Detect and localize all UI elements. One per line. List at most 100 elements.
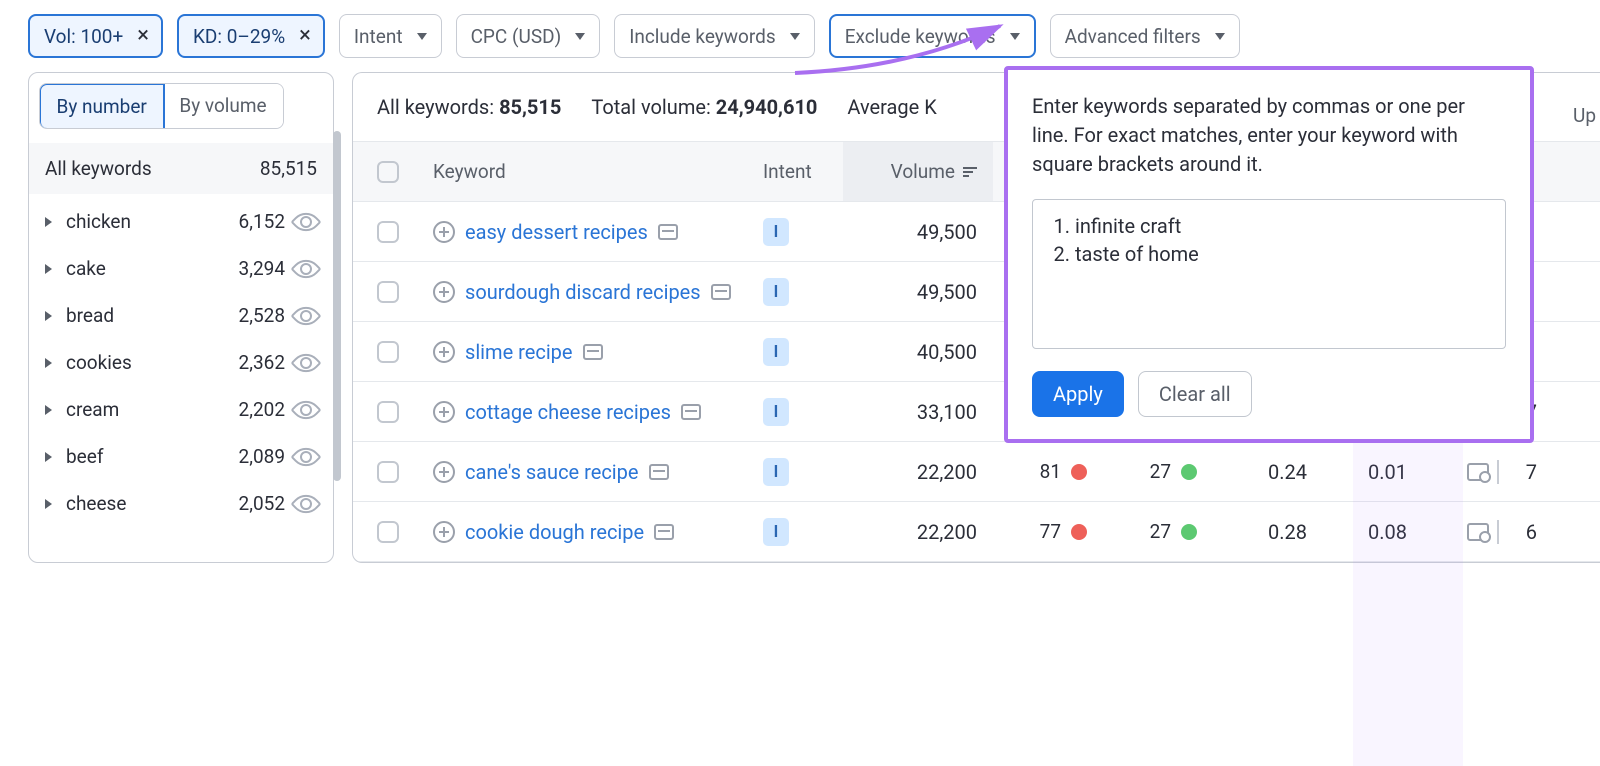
sidebar-item-count: 3,294	[239, 257, 285, 280]
row-checkbox[interactable]	[377, 281, 399, 303]
updated-stub: Up	[1569, 104, 1600, 127]
row-checkbox[interactable]	[377, 221, 399, 243]
chevron-right-icon	[45, 358, 52, 368]
filter-include-label: Include keywords	[629, 25, 776, 48]
filter-volume[interactable]: Vol: 100+ ×	[28, 14, 163, 58]
sidebar-item-label: chicken	[66, 210, 239, 233]
row-checkbox[interactable]	[377, 461, 399, 483]
volume-cell: 22,200	[843, 520, 993, 544]
serp-icon[interactable]	[649, 464, 669, 480]
close-icon[interactable]: ×	[293, 25, 317, 47]
sidebar-tabs: By number By volume	[39, 83, 284, 129]
filter-advanced[interactable]: Advanced filters	[1050, 14, 1240, 58]
col-volume[interactable]: Volume	[843, 142, 993, 201]
sidebar-item[interactable]: cream2,202	[29, 386, 333, 433]
close-icon[interactable]: ×	[131, 25, 155, 47]
filter-intent-label: Intent	[354, 25, 403, 48]
filter-cpc-label: CPC (USD)	[471, 25, 562, 48]
serp-icon[interactable]	[711, 284, 731, 300]
difficulty-dot	[1181, 464, 1197, 480]
keyword-link[interactable]: cane's sauce recipe	[465, 460, 639, 484]
sidebar-item-label: cheese	[66, 492, 239, 515]
sidebar-item-label: bread	[66, 304, 239, 327]
eye-icon[interactable]	[290, 206, 321, 237]
chevron-right-icon	[45, 311, 52, 321]
filter-exclude-keywords[interactable]: Exclude keywords	[829, 14, 1036, 58]
sidebar-item-label: cream	[66, 398, 239, 421]
row-checkbox[interactable]	[377, 401, 399, 423]
keyword-groups-sidebar: By number By volume All keywords 85,515 …	[28, 72, 334, 563]
sidebar-item[interactable]: cake3,294	[29, 245, 333, 292]
filter-include-keywords[interactable]: Include keywords	[614, 14, 815, 58]
select-all-checkbox[interactable]	[377, 161, 399, 183]
keyword-link[interactable]: easy dessert recipes	[465, 220, 648, 244]
serp-features-icon	[1467, 523, 1489, 541]
exclude-kw-2: taste of home	[1075, 240, 1489, 268]
keyword-cell: cane's sauce recipe	[433, 460, 763, 484]
popover-hint: Enter keywords separated by commas or on…	[1032, 92, 1506, 179]
add-icon[interactable]	[433, 341, 455, 363]
serp-icon[interactable]	[583, 344, 603, 360]
sidebar-item[interactable]: cookies2,362	[29, 339, 333, 386]
keyword-cell: easy dessert recipes	[433, 220, 763, 244]
add-icon[interactable]	[433, 281, 455, 303]
col-keyword[interactable]: Keyword	[433, 160, 763, 183]
keyword-link[interactable]: cottage cheese recipes	[465, 400, 671, 424]
keyword-link[interactable]: cookie dough recipe	[465, 520, 644, 544]
sidebar-item[interactable]: chicken6,152	[29, 198, 333, 245]
sidebar-item[interactable]: bread2,528	[29, 292, 333, 339]
filter-kd[interactable]: KD: 0–29% ×	[177, 14, 325, 58]
tab-by-number[interactable]: By number	[39, 83, 165, 129]
filter-volume-label: Vol: 100+	[44, 25, 123, 48]
intent-tag: I	[763, 458, 789, 486]
sidebar-item-count: 2,202	[239, 398, 285, 421]
serp-icon[interactable]	[654, 524, 674, 540]
difficulty-dot	[1071, 524, 1087, 540]
sf-count: 7	[1503, 460, 1543, 484]
filter-intent[interactable]: Intent	[339, 14, 442, 58]
add-icon[interactable]	[433, 461, 455, 483]
add-icon[interactable]	[433, 221, 455, 243]
keyword-link[interactable]: slime recipe	[465, 340, 573, 364]
keyword-cell: slime recipe	[433, 340, 763, 364]
sidebar-item[interactable]: beef2,089	[29, 433, 333, 480]
sidebar-item-label: cookies	[66, 351, 239, 374]
eye-icon[interactable]	[290, 347, 321, 378]
col-intent[interactable]: Intent	[763, 160, 843, 183]
summary-all: All keywords: 85,515	[377, 95, 561, 119]
eye-icon[interactable]	[290, 488, 321, 519]
sidebar-item-count: 2,362	[239, 351, 285, 374]
apply-button[interactable]: Apply	[1032, 371, 1124, 417]
serp-icon[interactable]	[658, 224, 678, 240]
filter-cpc[interactable]: CPC (USD)	[456, 14, 601, 58]
tab-by-volume[interactable]: By volume	[163, 84, 282, 128]
sf-count: 6	[1503, 520, 1543, 544]
keyword-link[interactable]: sourdough discard recipes	[465, 280, 701, 304]
eye-icon[interactable]	[290, 300, 321, 331]
add-icon[interactable]	[433, 401, 455, 423]
keyword-cell: cookie dough recipe	[433, 520, 763, 544]
sidebar-item-count: 2,528	[239, 304, 285, 327]
serp-icon[interactable]	[681, 404, 701, 420]
volume-cell: 49,500	[843, 280, 993, 304]
clear-all-button[interactable]: Clear all	[1138, 371, 1252, 417]
sidebar-item[interactable]: cheese2,052	[29, 480, 333, 527]
filter-exclude-label: Exclude keywords	[845, 25, 996, 48]
intent-tag: I	[763, 338, 789, 366]
eye-icon[interactable]	[290, 441, 321, 472]
row-checkbox[interactable]	[377, 341, 399, 363]
add-icon[interactable]	[433, 521, 455, 543]
serp-features-icon	[1467, 463, 1489, 481]
volume-cell: 22,200	[843, 460, 993, 484]
exclude-keywords-input[interactable]: infinite craft taste of home	[1032, 199, 1506, 349]
keyword-cell: cottage cheese recipes	[433, 400, 763, 424]
sidebar-all-keywords[interactable]: All keywords 85,515	[29, 143, 333, 194]
volume-cell: 33,100	[843, 400, 993, 424]
scrollbar-thumb[interactable]	[333, 131, 341, 481]
chevron-right-icon	[45, 405, 52, 415]
eye-icon[interactable]	[290, 394, 321, 425]
sidebar-list: chicken6,152cake3,294bread2,528cookies2,…	[29, 194, 333, 541]
row-checkbox[interactable]	[377, 521, 399, 543]
filter-kd-label: KD: 0–29%	[193, 25, 285, 48]
eye-icon[interactable]	[290, 253, 321, 284]
